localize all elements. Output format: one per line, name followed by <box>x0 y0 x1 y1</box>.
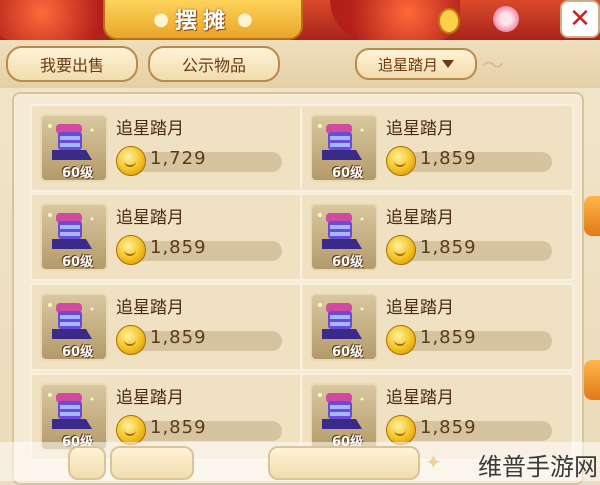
item-level: 60级 <box>332 255 364 270</box>
side-tab-handle[interactable] <box>584 360 600 400</box>
item-name: 追星踏月 <box>116 388 184 408</box>
decorative-calligraphy: 〜 <box>482 54 505 79</box>
item-price: 1,859 <box>420 327 477 348</box>
item-icon-frame: 60级 <box>40 383 108 451</box>
item-icon-frame: 60级 <box>310 293 378 361</box>
gold-coin-icon <box>386 325 416 355</box>
page-indicator <box>110 446 194 480</box>
gold-coin-icon <box>386 415 416 445</box>
tab-public-items[interactable]: 公示物品 <box>148 46 280 82</box>
title-plate: ● 摆摊 ● <box>103 0 303 40</box>
item-name: 追星踏月 <box>116 119 184 139</box>
lantern-icon <box>438 8 460 34</box>
gold-coin-icon <box>116 235 146 265</box>
item-filter-dropdown[interactable]: 追星踏月 <box>355 48 477 80</box>
item-level: 60级 <box>62 255 94 270</box>
item-level: 60级 <box>332 345 364 360</box>
item-card[interactable]: 60级 追星踏月 1,859 <box>30 193 304 281</box>
item-card[interactable]: 60级 追星踏月 1,859 <box>30 283 304 371</box>
gold-coin-icon <box>116 415 146 445</box>
item-price: 1,859 <box>420 237 477 258</box>
item-icon-frame: 60级 <box>310 114 378 182</box>
triangle-down-icon <box>442 60 454 68</box>
item-icon-frame: 60级 <box>40 293 108 361</box>
item-card[interactable]: 60级 追星踏月 1,859 <box>300 104 574 192</box>
prev-page-button[interactable] <box>68 446 106 480</box>
item-icon-frame: 60级 <box>310 383 378 451</box>
item-level: 60级 <box>332 166 364 181</box>
game-window: ● 摆摊 ● ✕ 我要出售 公示物品 〜 追星踏月 60级 追星踏月 1,729… <box>0 0 600 485</box>
item-price: 1,729 <box>150 148 207 169</box>
item-price: 1,859 <box>150 417 207 438</box>
item-icon-frame: 60级 <box>40 114 108 182</box>
gold-coin-icon <box>386 235 416 265</box>
item-name: 追星踏月 <box>386 208 454 228</box>
item-level: 60级 <box>62 345 94 360</box>
item-price: 1,859 <box>420 148 477 169</box>
item-level: 60级 <box>62 166 94 181</box>
gold-coin-icon <box>386 146 416 176</box>
side-tab-handle[interactable] <box>584 196 600 236</box>
item-icon-frame: 60级 <box>310 203 378 271</box>
watermark-logo: ✦ <box>425 450 442 474</box>
tab-sell-label: 我要出售 <box>39 56 104 75</box>
dot-icon: ● <box>153 8 169 30</box>
gold-coin-icon <box>116 146 146 176</box>
tab-public-items-label: 公示物品 <box>181 56 246 75</box>
item-card[interactable]: 60级 追星踏月 1,859 <box>300 193 574 281</box>
gold-coin-icon <box>116 325 146 355</box>
item-name: 追星踏月 <box>386 298 454 318</box>
item-name: 追星踏月 <box>116 298 184 318</box>
item-card[interactable]: 60级 追星踏月 1,729 <box>30 104 304 192</box>
dot-icon: ● <box>237 8 253 30</box>
item-price: 1,859 <box>420 417 477 438</box>
item-name: 追星踏月 <box>386 119 454 139</box>
item-name: 追星踏月 <box>116 208 184 228</box>
close-icon: ✕ <box>569 4 591 34</box>
title-banner: ● 摆摊 ● ✕ <box>0 0 600 42</box>
item-icon-frame: 60级 <box>40 203 108 271</box>
page-title: 摆摊 <box>174 9 231 34</box>
tab-sell[interactable]: 我要出售 <box>6 46 138 82</box>
flower-icon <box>493 6 519 32</box>
bottom-action-button[interactable] <box>268 446 420 480</box>
watermark-text: 维普手游网 <box>478 453 598 481</box>
item-filter-value: 追星踏月 <box>377 55 438 74</box>
item-price: 1,859 <box>150 327 207 348</box>
item-name: 追星踏月 <box>386 388 454 408</box>
ribbon-left-decoration <box>0 0 120 42</box>
close-button[interactable]: ✕ <box>562 2 598 36</box>
tab-bar: 我要出售 公示物品 <box>0 40 600 88</box>
item-price: 1,859 <box>150 237 207 258</box>
item-card[interactable]: 60级 追星踏月 1,859 <box>300 283 574 371</box>
